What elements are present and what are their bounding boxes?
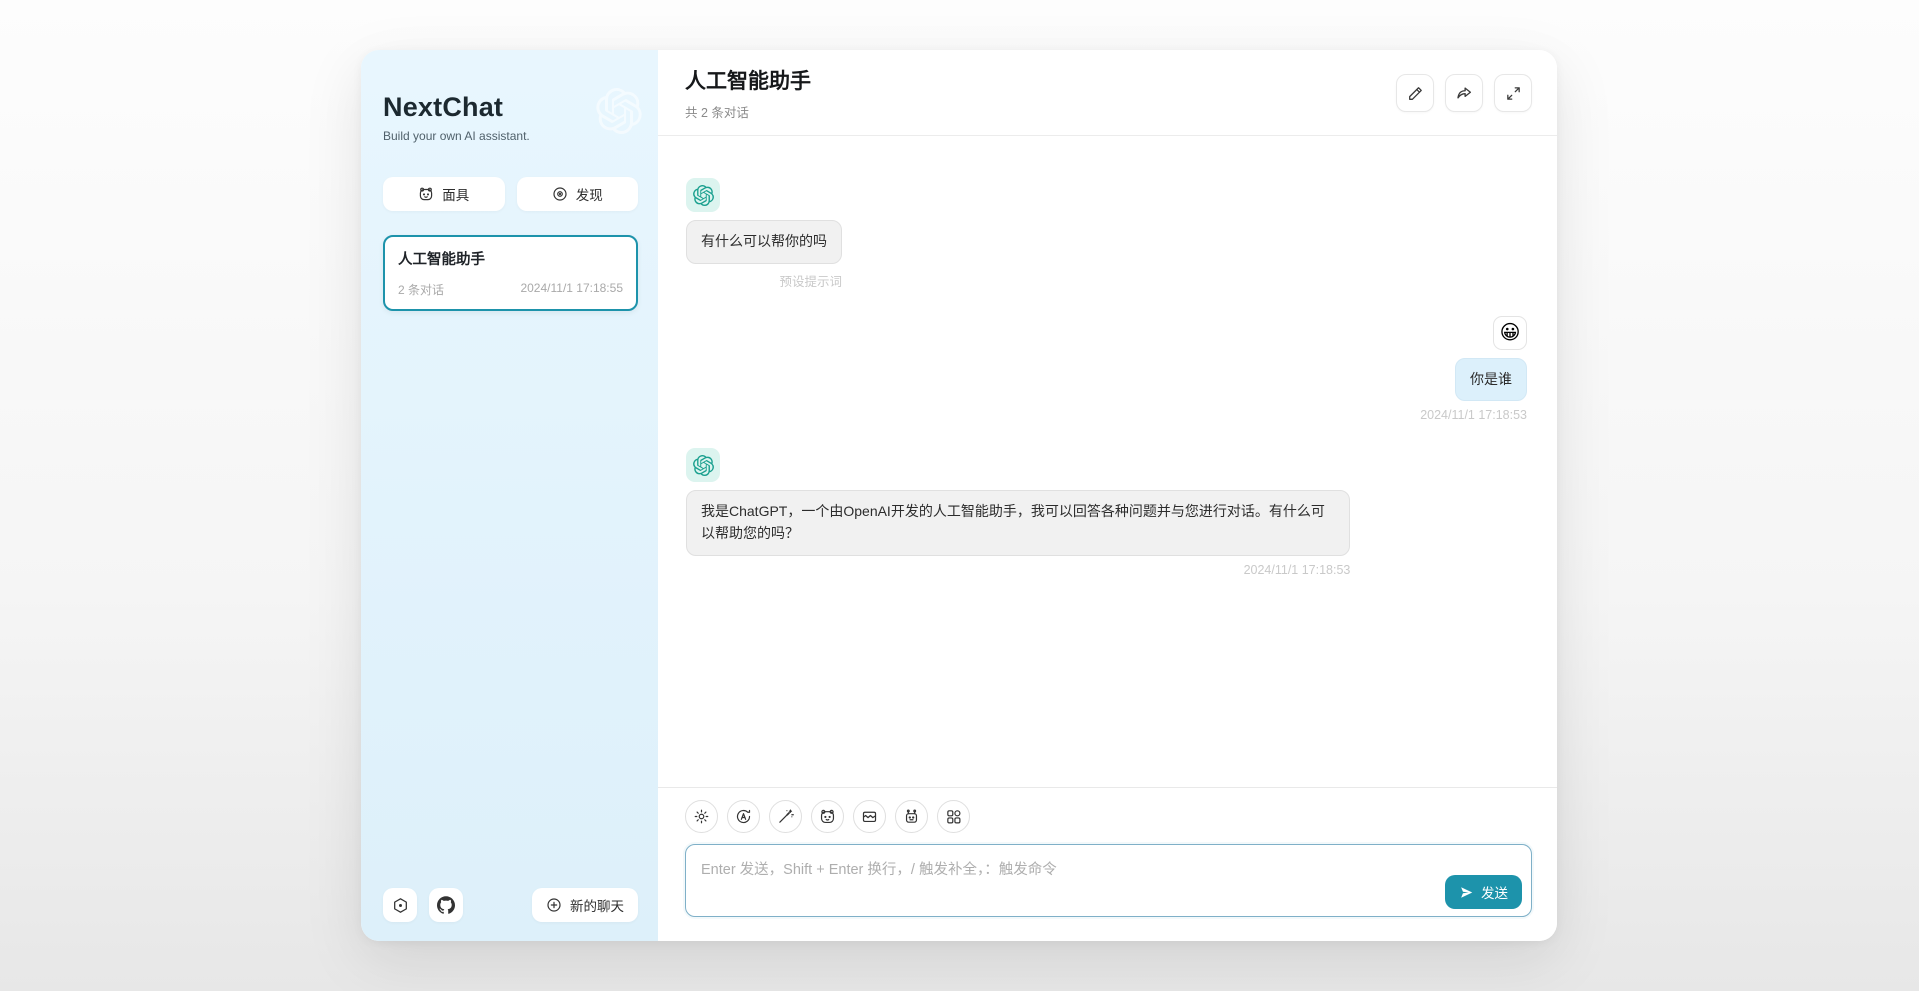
fullscreen-icon [1505,85,1522,102]
mask-icon [819,808,836,825]
chat-item-count: 2 条对话 [398,281,444,298]
message-group: 你是谁 2024/11/1 17:18:53 [1420,350,1527,423]
send-plane-icon [1459,885,1474,900]
message-bubble[interactable]: 有什么可以帮你的吗 [686,220,842,264]
robot-icon [903,808,920,825]
mask-button[interactable]: 面具 [383,177,505,211]
composer: 发送 [658,787,1557,941]
message-list[interactable]: 有什么可以帮你的吗 预设提示词 😀 你是谁 2024/11/1 17:18:53 [658,136,1557,787]
new-chat-label: 新的聊天 [570,895,624,915]
chat-list: 人工智能助手 2 条对话 2024/11/1 17:18:55 [383,235,638,311]
chat-item-time: 2024/11/1 17:18:55 [520,281,623,298]
github-icon [437,896,455,914]
chat-header: 人工智能助手 共 2 条对话 [658,50,1557,136]
gear-icon [693,808,710,825]
mask-toolbar-button[interactable] [811,800,844,833]
settings-button[interactable] [383,888,417,922]
discover-button[interactable]: 发现 [517,177,639,211]
share-icon [1455,84,1473,102]
prompt-icon [777,808,794,825]
bot-message: 我是ChatGPT，一个由OpenAI开发的人工智能助手，我可以回答各种问题并与… [686,448,1527,576]
user-message: 😀 你是谁 2024/11/1 17:18:53 [686,316,1527,423]
clear-context-icon [861,808,878,825]
sidebar-button-row: 面具 发现 [383,177,638,211]
composer-toolbar [685,800,1532,833]
message-group: 我是ChatGPT，一个由OpenAI开发的人工智能助手，我可以回答各种问题并与… [686,482,1350,576]
message-bubble[interactable]: 你是谁 [1455,358,1527,402]
settings-icon [392,897,409,914]
message-group: 有什么可以帮你的吗 预设提示词 [686,212,842,290]
session-title[interactable]: 人工智能助手 [685,65,811,95]
chat-list-item-selected[interactable]: 人工智能助手 2 条对话 2024/11/1 17:18:55 [383,235,638,311]
message-footer: 预设提示词 [779,271,842,290]
sidebar-bottom-bar: 新的聊天 [383,888,638,922]
theme-icon [735,808,752,825]
theme-toggle-button[interactable] [727,800,760,833]
chat-panel: 人工智能助手 共 2 条对话 [658,50,1557,941]
new-chat-button[interactable]: 新的聊天 [532,888,638,922]
user-avatar: 😀 [1493,316,1527,350]
message-timestamp: 2024/11/1 17:18:53 [1420,408,1527,422]
send-button[interactable]: 发送 [1445,875,1522,909]
bot-message: 有什么可以帮你的吗 预设提示词 [686,178,1527,290]
bot-avatar [686,448,720,482]
chat-settings-button[interactable] [685,800,718,833]
openai-logo-icon [693,185,714,206]
bot-avatar [686,178,720,212]
openai-logo-icon [693,455,714,476]
chat-input[interactable] [685,844,1532,917]
plugin-button[interactable] [937,800,970,833]
message-bubble[interactable]: 我是ChatGPT，一个由OpenAI开发的人工智能助手，我可以回答各种问题并与… [686,490,1350,555]
model-select-button[interactable] [895,800,928,833]
header-actions [1396,74,1532,112]
openai-logo-watermark-icon [596,88,642,134]
desktop-background: NextChat Build your own AI assistant. 面具 [0,0,1919,991]
input-area: 发送 [685,844,1532,922]
clear-context-button[interactable] [853,800,886,833]
rename-button[interactable] [1396,74,1434,112]
add-circle-icon [546,897,562,913]
github-button[interactable] [429,888,463,922]
send-button-label: 发送 [1481,882,1508,902]
edit-icon [1407,85,1424,102]
share-button[interactable] [1445,74,1483,112]
mask-icon [418,186,434,202]
chat-header-text: 人工智能助手 共 2 条对话 [685,65,811,121]
nextchat-window: NextChat Build your own AI assistant. 面具 [361,50,1557,941]
chat-item-meta: 2 条对话 2024/11/1 17:18:55 [398,281,623,298]
sidebar: NextChat Build your own AI assistant. 面具 [361,50,658,941]
discover-button-label: 发现 [576,184,603,204]
mask-button-label: 面具 [442,184,469,204]
plugin-grid-icon [945,808,962,825]
user-avatar-emoji: 😀 [1500,323,1521,343]
discover-icon [552,186,568,202]
fullscreen-button[interactable] [1494,74,1532,112]
chat-item-title: 人工智能助手 [398,248,623,269]
session-subtitle: 共 2 条对话 [685,102,811,121]
message-timestamp: 2024/11/1 17:18:53 [1244,563,1351,577]
prompt-button[interactable] [769,800,802,833]
